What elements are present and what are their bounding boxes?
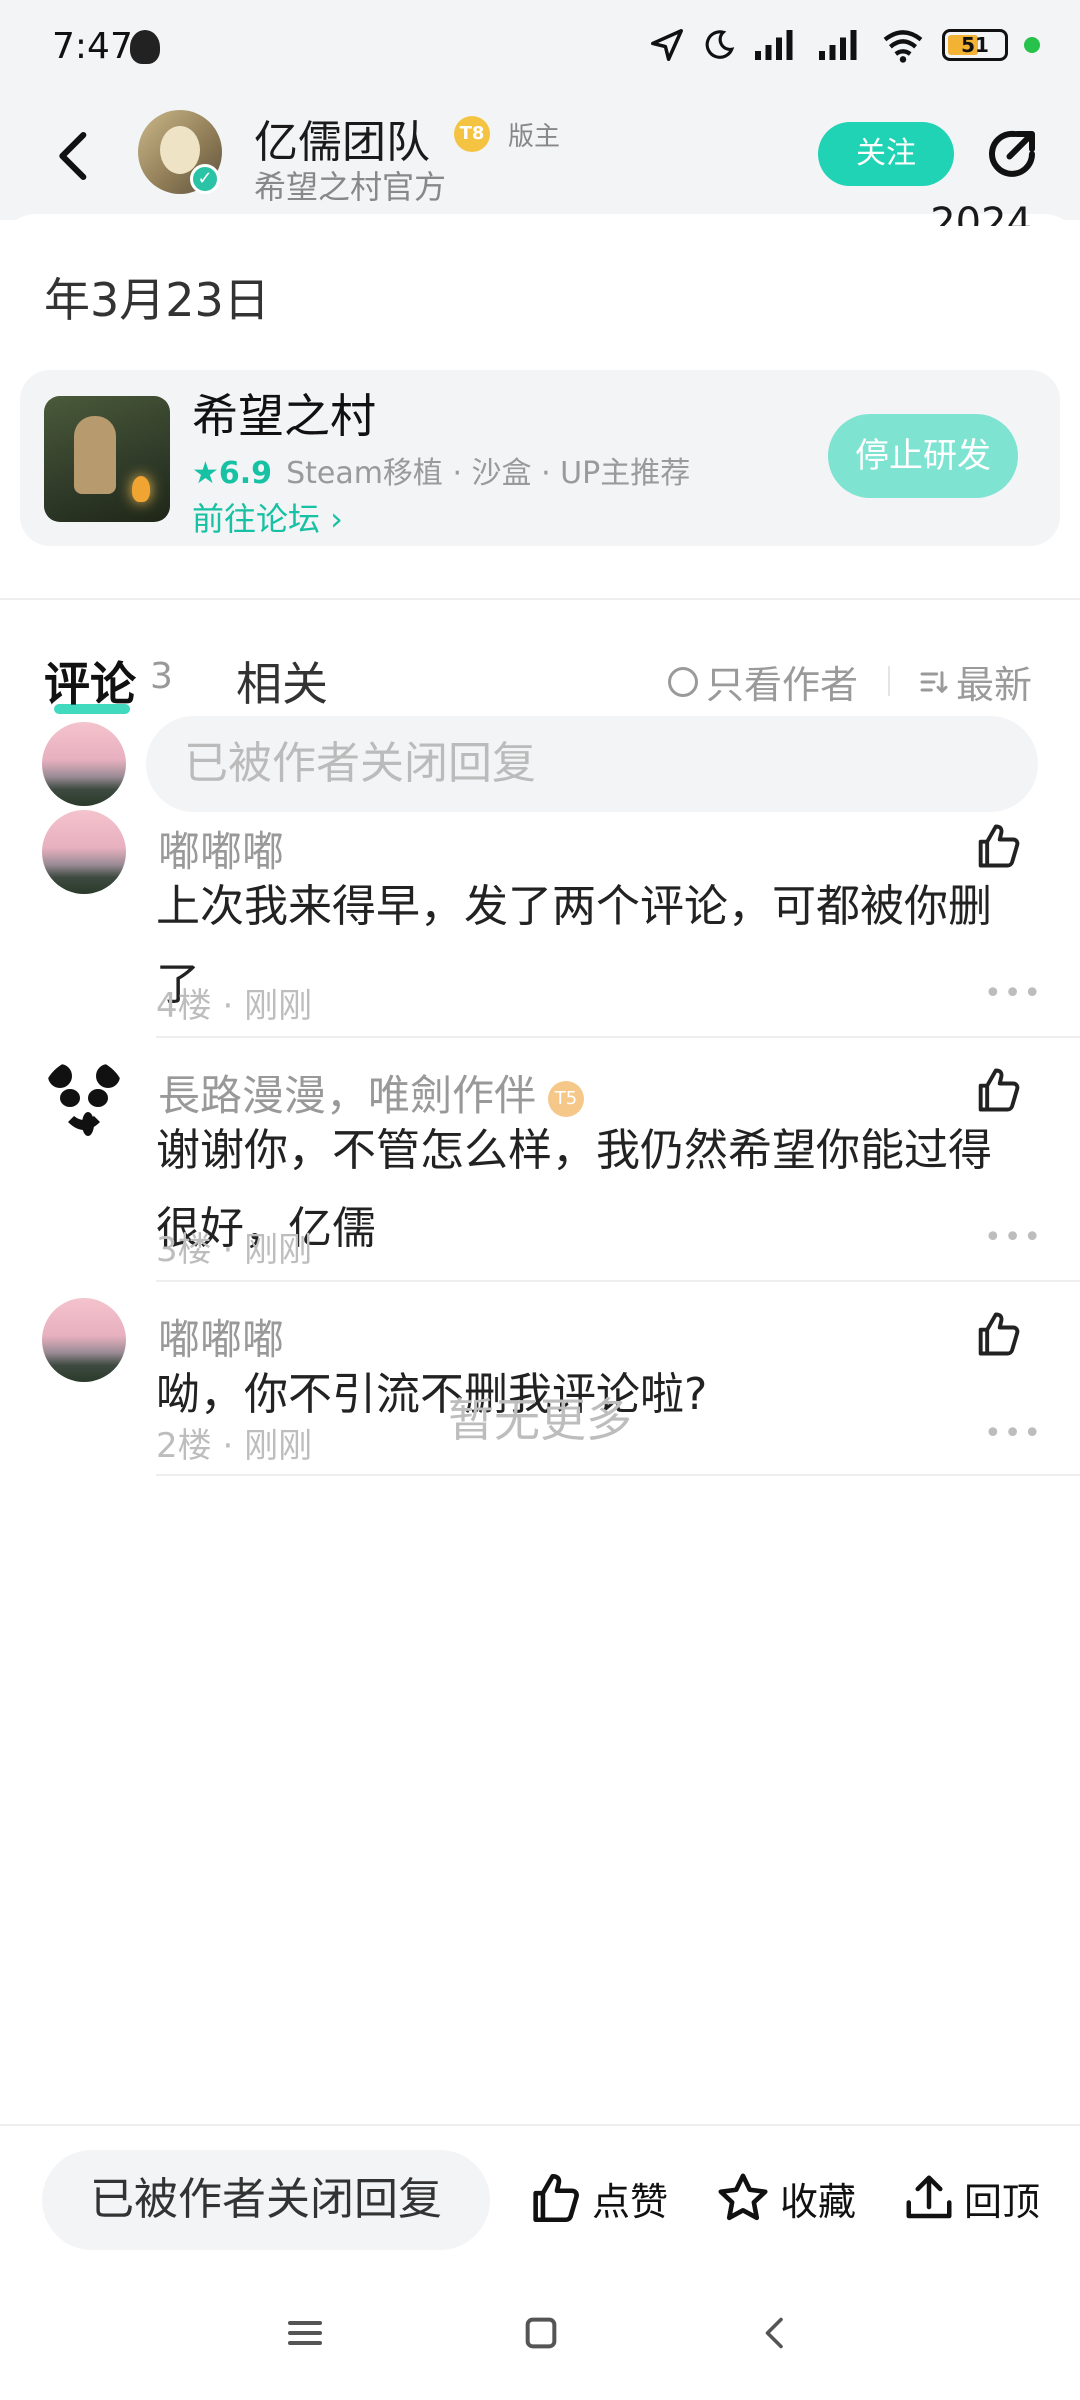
menu-button[interactable] [270,2298,340,2368]
author-name[interactable]: 亿儒团队 [254,106,430,170]
game-card[interactable]: 希望之村 ★6.9 Steam移植 · 沙盒 · UP主推荐 前往论坛 › 停止研… [20,370,1060,546]
commenter-avatar[interactable] [42,810,126,894]
like-button[interactable]: 点赞 [526,2158,668,2238]
post-date-year: 2024 [930,200,1032,226]
status-time: 7:47 [52,26,133,67]
menu-icon [288,2321,322,2345]
post-date-line: 年3月23日 [44,273,270,327]
home-square-icon [525,2317,557,2349]
game-meta: ★6.9 Steam移植 · 沙盒 · UP主推荐 [192,448,690,492]
wifi-icon [883,30,923,63]
back-to-top-button[interactable]: 回顶 [902,2158,1040,2238]
only-author-label: 只看作者 [706,663,859,707]
post-header: ✓ 亿儒团队 T8 版主 希望之村官方 关注 [0,96,1080,220]
status-icons: 51 [648,26,1040,64]
game-thumbnail [44,396,170,522]
comments-count: 3 [150,656,173,697]
top-label: 回顶 [964,2179,1041,2224]
share-icon [989,130,1035,177]
post-content: 2024 年3月23日 希望之村 ★6.9 Steam移植 · 沙盒 · UP主推… [0,200,1080,2124]
commenter-avatar[interactable] [42,1058,126,1142]
role-tag: 版主 [508,122,561,152]
battery-icon: 51 [942,29,1008,61]
comment-time: 刚刚 [244,986,313,1026]
notification-app-icon [130,30,160,64]
more-icon[interactable]: ••• [984,976,1043,1011]
current-user-avatar [42,722,126,806]
comment-divider [156,1280,1080,1282]
more-icon[interactable]: ••• [984,1220,1043,1255]
game-rating: 6.9 [218,456,273,491]
upload-top-icon [906,2175,952,2219]
reply-row: 已被作者关闭回复 [0,716,1080,816]
share-button[interactable] [982,124,1042,184]
status-bar: 7:47 51 [0,0,1080,96]
comment-floor: 4楼 [156,986,212,1026]
comment-meta: 3楼 · 刚刚 [156,1230,313,1270]
bottom-reply-input[interactable]: 已被作者关闭回复 [42,2150,490,2250]
thumbs-up-icon[interactable] [972,820,1024,872]
home-button[interactable] [506,2298,576,2368]
sort-label: 最新 [956,663,1033,707]
forum-link[interactable]: 前往论坛 › [192,494,343,540]
comment-divider [156,1036,1080,1038]
comment-tabs: 评论 3 相关 只看作者 最新 [0,618,1080,728]
reply-input[interactable]: 已被作者关闭回复 [146,716,1038,812]
signal-icon [755,30,793,60]
tab-separator [888,666,890,696]
follow-button[interactable]: 关注 [818,122,954,186]
sort-icon [920,670,948,693]
comment-time: 刚刚 [244,1230,313,1270]
moon-icon [705,30,735,59]
nav-back-button[interactable] [740,2298,810,2368]
sort-toggle[interactable]: 最新 [918,654,1032,709]
back-button[interactable] [46,126,102,186]
star-icon: ★ [192,456,219,491]
thumbs-up-icon [533,2173,579,2223]
game-tags: Steam移植 · 沙盒 · UP主推荐 [286,456,691,491]
favorite-star-icon [718,2173,768,2221]
verified-icon: ✓ [190,164,220,194]
comment-meta: 4楼 · 刚刚 [156,986,313,1026]
game-title: 希望之村 [192,389,376,443]
radio-circle-icon [668,666,698,697]
thumbs-up-icon[interactable] [972,1308,1024,1360]
battery-level: 51 [961,33,989,57]
game-status-button[interactable]: 停止研发 [828,414,1018,498]
only-author-toggle[interactable]: 只看作者 [668,654,858,709]
level-badge: T8 [454,116,490,152]
thumbs-up-icon[interactable] [972,1064,1024,1116]
favorite-label: 收藏 [780,2179,857,2224]
tab-comments[interactable]: 评论 [44,648,136,714]
like-label: 点赞 [592,2179,669,2224]
author-subtitle: 希望之村官方 [254,168,447,206]
section-divider [0,598,1080,600]
system-nav-bar [0,2264,1080,2400]
signal-icon-2 [819,30,857,60]
bottom-action-bar: 已被作者关闭回复 点赞 收藏 回顶 [0,2124,1080,2264]
no-more-label: 暂无更多 [448,1393,632,1447]
commenter-avatar[interactable] [42,1298,126,1382]
nav-back-icon [765,2317,783,2349]
comment-divider [156,1474,1080,1476]
location-icon [651,29,683,61]
tab-related[interactable]: 相关 [236,648,328,714]
back-arrow-icon [59,131,87,181]
favorite-button[interactable]: 收藏 [714,2158,856,2238]
comment-floor: 3楼 [156,1230,212,1270]
privacy-dot [1024,37,1040,53]
